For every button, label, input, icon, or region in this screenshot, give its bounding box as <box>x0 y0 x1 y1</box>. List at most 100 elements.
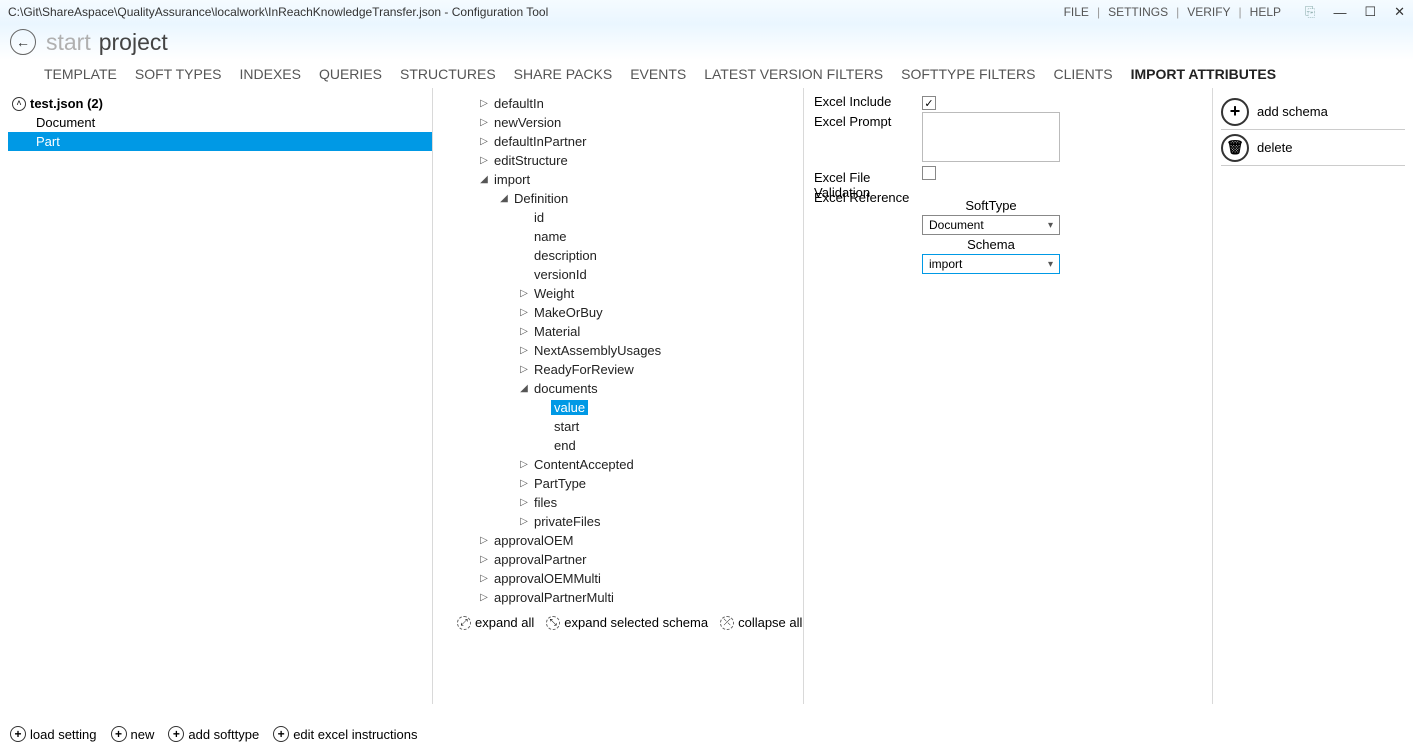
expand-all-button[interactable]: ⤢expand all <box>457 615 534 630</box>
caret-closed-icon[interactable]: ▷ <box>517 516 531 527</box>
caret-closed-icon[interactable]: ▷ <box>477 554 491 565</box>
file-row[interactable]: ˄ test.json (2) <box>8 94 432 113</box>
tree-row[interactable]: ▷approvalOEMMulti <box>457 569 803 588</box>
caret-closed-icon[interactable]: ▷ <box>517 307 531 318</box>
tree-label[interactable]: NextAssemblyUsages <box>531 343 664 358</box>
tree-row[interactable]: ▷defaultIn <box>457 94 803 113</box>
tree-label[interactable]: editStructure <box>491 153 571 168</box>
tree-label[interactable]: approvalPartnerMulti <box>491 590 617 605</box>
tab-queries[interactable]: QUERIES <box>319 64 382 88</box>
tree-row[interactable]: ▷newVersion <box>457 113 803 132</box>
minimize-icon[interactable]: — <box>1333 5 1346 20</box>
softtype-select[interactable]: Document▾ <box>922 215 1060 235</box>
caret-open-icon[interactable]: ◢ <box>497 193 511 204</box>
caret-closed-icon[interactable]: ▷ <box>517 345 531 356</box>
tree-row[interactable]: ▷PartType <box>457 474 803 493</box>
tree-label[interactable]: name <box>531 229 570 244</box>
caret-closed-icon[interactable]: ▷ <box>477 535 491 546</box>
tree-row[interactable]: ▷MakeOrBuy <box>457 303 803 322</box>
tree-label[interactable]: Definition <box>511 191 571 206</box>
tree-label[interactable]: ContentAccepted <box>531 457 637 472</box>
load-setting-button[interactable]: +load setting <box>10 726 97 742</box>
tree-row[interactable]: ▷name <box>457 227 803 246</box>
tree-label[interactable]: description <box>531 248 600 263</box>
tab-events[interactable]: EVENTS <box>630 64 686 88</box>
tree-label[interactable]: start <box>551 419 582 434</box>
caret-closed-icon[interactable]: ▷ <box>517 326 531 337</box>
tree-row[interactable]: ▷ContentAccepted <box>457 455 803 474</box>
tab-import-attributes[interactable]: IMPORT ATTRIBUTES <box>1131 64 1276 88</box>
tree-row[interactable]: ▷start <box>457 417 803 436</box>
close-icon[interactable]: ✕ <box>1394 4 1405 20</box>
tab-latest-version-filters[interactable]: LATEST VERSION FILTERS <box>704 64 883 88</box>
type-item-part[interactable]: Part <box>8 132 432 151</box>
edit-excel-button[interactable]: +edit excel instructions <box>273 726 417 742</box>
back-button[interactable]: ← <box>10 29 36 55</box>
caret-closed-icon[interactable]: ▷ <box>517 364 531 375</box>
tree-label[interactable]: documents <box>531 381 601 396</box>
tree-row[interactable]: ▷editStructure <box>457 151 803 170</box>
tree-row[interactable]: ▷end <box>457 436 803 455</box>
tab-softtype-filters[interactable]: SOFTTYPE FILTERS <box>901 64 1035 88</box>
caret-closed-icon[interactable]: ▷ <box>477 592 491 603</box>
tree-row[interactable]: ▷id <box>457 208 803 227</box>
tree-row[interactable]: ◢import <box>457 170 803 189</box>
tree-row[interactable]: ▷versionId <box>457 265 803 284</box>
tree-label[interactable]: import <box>491 172 533 187</box>
caret-closed-icon[interactable]: ▷ <box>517 459 531 470</box>
tab-template[interactable]: TEMPLATE <box>44 64 117 88</box>
caret-open-icon[interactable]: ◢ <box>477 174 491 185</box>
menu-file[interactable]: FILE <box>1060 5 1093 19</box>
tree-row[interactable]: ◢Definition <box>457 189 803 208</box>
tree-label[interactable]: value <box>551 400 588 415</box>
tab-structures[interactable]: STRUCTURES <box>400 64 496 88</box>
tree-row[interactable]: ▷NextAssemblyUsages <box>457 341 803 360</box>
breadcrumb-start[interactable]: start <box>46 29 91 56</box>
expand-selected-button[interactable]: ⤡expand selected schema <box>546 615 708 630</box>
menu-settings[interactable]: SETTINGS <box>1104 5 1172 19</box>
tab-share-packs[interactable]: SHARE PACKS <box>514 64 613 88</box>
type-item-document[interactable]: Document <box>8 113 432 132</box>
excel-file-validation-checkbox[interactable] <box>922 166 936 180</box>
tree-row[interactable]: ▷description <box>457 246 803 265</box>
tree-row[interactable]: ▷Material <box>457 322 803 341</box>
menu-verify[interactable]: VERIFY <box>1183 5 1234 19</box>
excel-prompt-input[interactable] <box>922 112 1060 162</box>
tree-label[interactable]: end <box>551 438 579 453</box>
menu-help[interactable]: HELP <box>1246 5 1285 19</box>
tree-label[interactable]: approvalPartner <box>491 552 590 567</box>
tree-label[interactable]: approvalOEMMulti <box>491 571 604 586</box>
tree-label[interactable]: id <box>531 210 547 225</box>
caret-closed-icon[interactable]: ▷ <box>477 136 491 147</box>
tree-row[interactable]: ▷Weight <box>457 284 803 303</box>
tree-label[interactable]: defaultIn <box>491 96 547 111</box>
caret-icon[interactable]: ˄ <box>12 97 26 111</box>
caret-closed-icon[interactable]: ▷ <box>477 117 491 128</box>
tree-label[interactable]: Material <box>531 324 583 339</box>
tab-soft-types[interactable]: SOFT TYPES <box>135 64 222 88</box>
tree-row[interactable]: ▷ReadyForReview <box>457 360 803 379</box>
maximize-icon[interactable]: ☐ <box>1364 4 1376 20</box>
excel-include-checkbox[interactable]: ✓ <box>922 96 936 110</box>
delete-button[interactable]: 🗑 delete <box>1221 130 1405 166</box>
tree-label[interactable]: defaultInPartner <box>491 134 590 149</box>
tree-label[interactable]: Weight <box>531 286 577 301</box>
caret-closed-icon[interactable]: ▷ <box>477 573 491 584</box>
caret-closed-icon[interactable]: ▷ <box>517 478 531 489</box>
tree-label[interactable]: versionId <box>531 267 590 282</box>
tree-label[interactable]: MakeOrBuy <box>531 305 606 320</box>
pin-icon[interactable]: ⎘ <box>1305 4 1315 20</box>
tree-row[interactable]: ◢documents <box>457 379 803 398</box>
add-schema-button[interactable]: + add schema <box>1221 94 1405 130</box>
tree-label[interactable]: PartType <box>531 476 589 491</box>
caret-open-icon[interactable]: ◢ <box>517 383 531 394</box>
tree-row[interactable]: ▷privateFiles <box>457 512 803 531</box>
schema-select[interactable]: import▾ <box>922 254 1060 274</box>
caret-closed-icon[interactable]: ▷ <box>517 497 531 508</box>
caret-closed-icon[interactable]: ▷ <box>517 288 531 299</box>
collapse-all-button[interactable]: ⤫collapse all <box>720 615 802 630</box>
caret-closed-icon[interactable]: ▷ <box>477 155 491 166</box>
tree-row[interactable]: ▷approvalOEM <box>457 531 803 550</box>
tree-row[interactable]: ▷defaultInPartner <box>457 132 803 151</box>
tree-row[interactable]: ▷approvalPartnerMulti <box>457 588 803 607</box>
